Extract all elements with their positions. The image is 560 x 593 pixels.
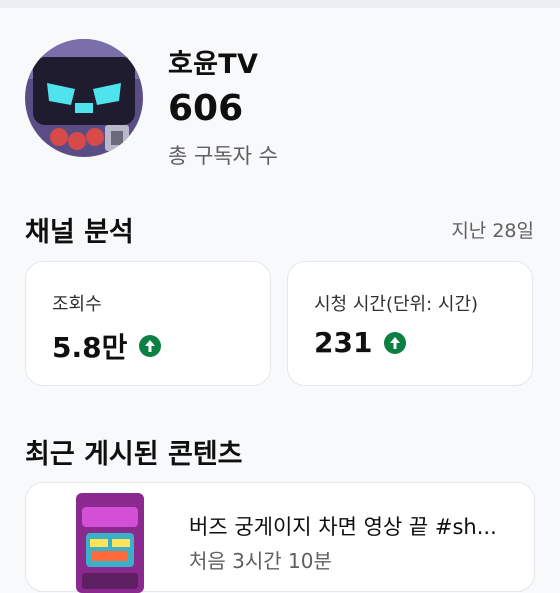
analytics-period: 지난 28일	[451, 220, 534, 242]
channel-avatar[interactable]	[25, 39, 143, 157]
arrow-up-icon	[139, 335, 162, 357]
thumbnail-image-icon	[76, 493, 144, 593]
video-thumbnail[interactable]	[76, 493, 144, 593]
watch-time-card[interactable]: 시청 시간(단위: 시간) 231	[287, 261, 533, 386]
video-title: 버즈 궁게이지 차면 영상 끝 #sh...	[189, 515, 497, 539]
views-value-row: 5.8만	[52, 326, 162, 366]
views-value: 5.8만	[52, 331, 128, 364]
analytics-title: 채널 분석	[25, 217, 134, 248]
views-card[interactable]: 조회수 5.8만	[25, 261, 271, 386]
recent-content-title: 최근 게시된 콘텐츠	[25, 439, 243, 470]
subscriber-count: 606	[168, 88, 244, 129]
subscriber-label: 총 구독자 수	[168, 144, 278, 168]
watch-time-label: 시청 시간(단위: 시간)	[314, 294, 479, 315]
watch-time-value: 231	[314, 326, 373, 359]
robot-avatar-icon	[25, 39, 143, 157]
arrow-up-icon	[384, 331, 407, 354]
recent-content-item[interactable]: 버즈 궁게이지 차면 영상 끝 #sh... 처음 3시간 10분	[25, 482, 535, 593]
watch-time-value-row: 231	[314, 326, 407, 359]
top-divider	[0, 0, 560, 8]
views-label: 조회수	[52, 294, 102, 315]
channel-name: 호윤TV	[168, 49, 259, 80]
